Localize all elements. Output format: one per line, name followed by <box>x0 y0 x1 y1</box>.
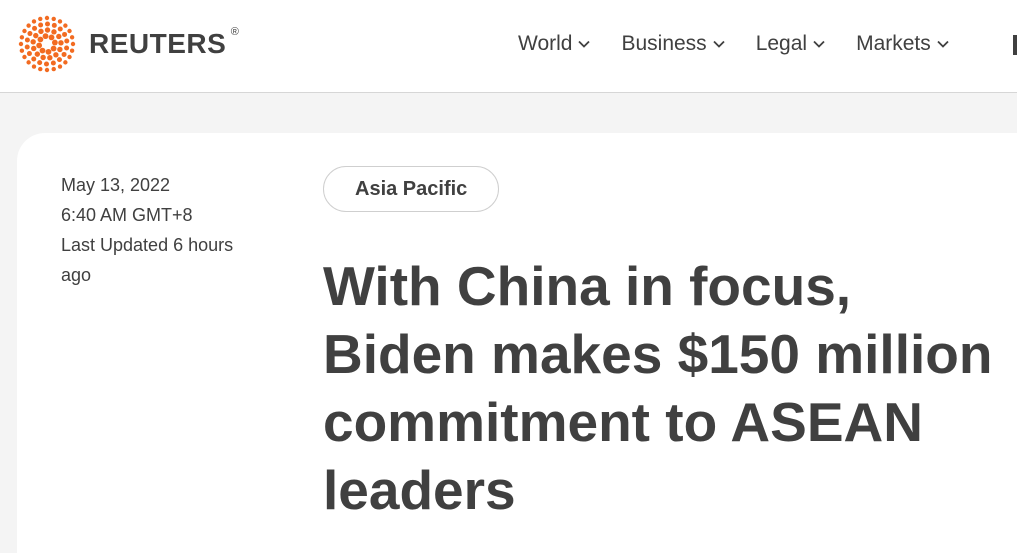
site-header: REUTERS ® World Business Legal Markets <box>0 0 1017 93</box>
nav-item-label: Business <box>621 32 707 55</box>
nav-item-label: Markets <box>856 32 931 55</box>
last-updated: Last Updated 6 hours ago <box>61 235 234 285</box>
section-tag-button[interactable]: Asia Pacific <box>323 166 500 212</box>
nav-item-label: World <box>518 32 573 55</box>
nav-item-label: Legal <box>755 32 808 55</box>
chevron-down-icon <box>578 40 591 48</box>
article-headline: With China in focus, Biden makes $150 mi… <box>323 255 993 521</box>
publish-time: 6:40 AM GMT+8 <box>61 205 193 225</box>
publish-date: May 13, 2022 <box>61 175 171 195</box>
nav-item-business[interactable]: Business <box>621 32 725 56</box>
logo-text: REUTERS ® <box>89 26 239 60</box>
nav-item-legal[interactable]: Legal <box>756 32 826 56</box>
reuters-dot-logo-icon <box>18 15 76 73</box>
nav-overflow-item[interactable] <box>1013 35 1017 55</box>
nav-item-markets[interactable]: Markets <box>856 32 950 56</box>
article-meta: May 13, 2022 6:40 AM GMT+8 Last Updated … <box>61 170 261 290</box>
main-nav: World Business Legal Markets <box>518 26 980 62</box>
logo-wordmark: REUTERS <box>89 28 227 59</box>
nav-item-world[interactable]: World <box>518 32 591 56</box>
chevron-down-icon <box>713 40 725 48</box>
chevron-down-icon <box>937 40 949 48</box>
reuters-logo[interactable]: REUTERS ® <box>18 15 239 73</box>
registered-mark: ® <box>230 26 240 38</box>
chevron-down-icon <box>813 40 825 48</box>
